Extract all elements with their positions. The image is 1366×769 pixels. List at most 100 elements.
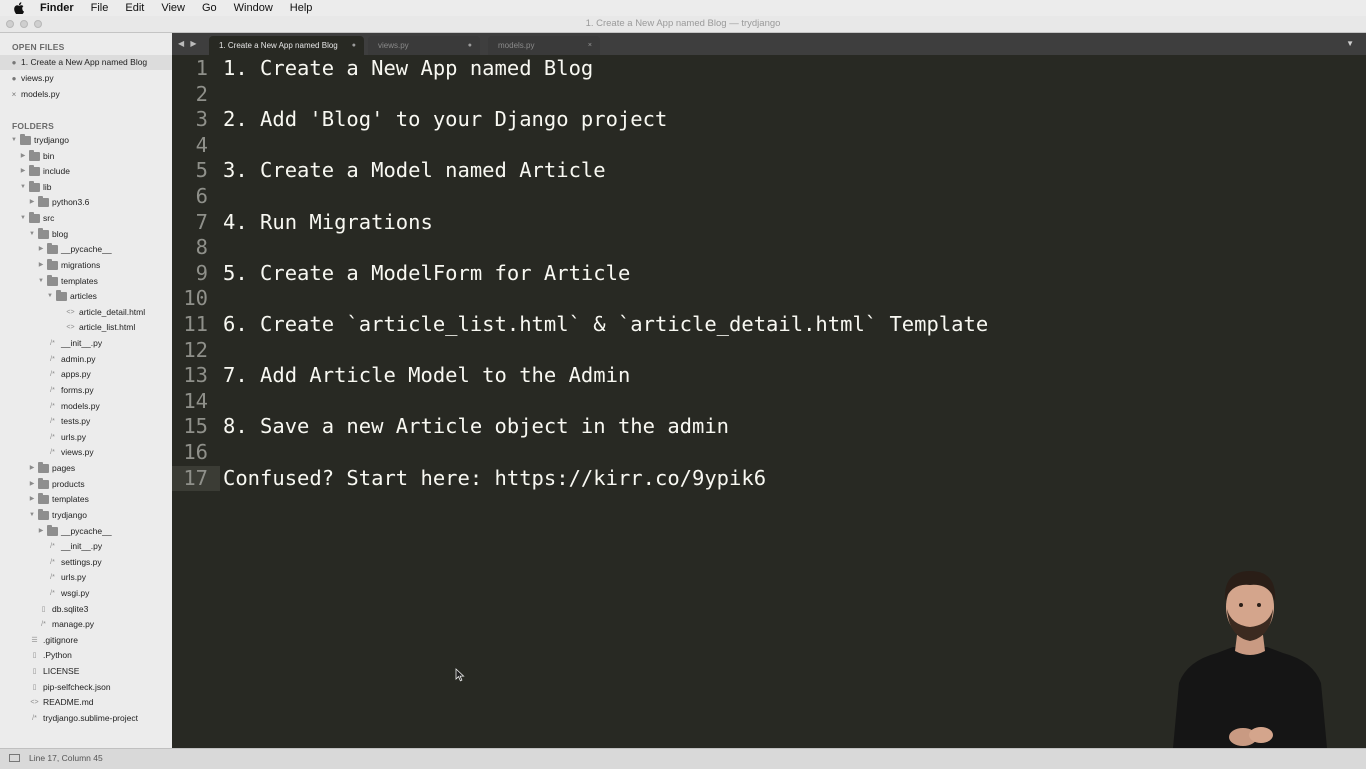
close-icon[interactable]: ×	[10, 87, 18, 102]
folder-icon	[38, 462, 49, 474]
line-number: 5	[195, 158, 208, 183]
chevron-down-icon[interactable]: ▼	[19, 180, 27, 196]
zoom-window-button[interactable]	[34, 20, 42, 28]
menu-file[interactable]: File	[83, 2, 118, 14]
file-icon: ☰	[31, 636, 38, 644]
tree-item-label: trydjango	[34, 135, 69, 145]
unsaved-dot-icon[interactable]: ●	[468, 36, 472, 55]
minimize-window-button[interactable]	[20, 20, 28, 28]
file-icon: /*	[32, 714, 37, 722]
file-icon: /*	[50, 589, 55, 597]
folder-icon	[47, 258, 58, 270]
folder-icon	[29, 165, 40, 177]
tab-dropdown-icon[interactable]: ▼	[1346, 33, 1354, 55]
tab-nav-arrows-icon[interactable]: ◀ ▶	[178, 33, 199, 55]
folder-open-icon	[47, 274, 58, 286]
chevron-right-icon[interactable]: ▶	[28, 195, 36, 211]
code-line[interactable]: Confused? Start here: https://kirr.co/9y…	[223, 466, 766, 492]
chevron-down-icon[interactable]: ▼	[37, 274, 45, 290]
menu-help[interactable]: Help	[282, 2, 322, 14]
tree-item-label: urls.py	[61, 572, 87, 583]
open-file-item[interactable]: ● 1. Create a New App named Blog	[0, 55, 172, 70]
tree-item-label: __pycache__	[61, 525, 112, 536]
menu-view[interactable]: View	[153, 2, 194, 14]
menu-edit[interactable]: Edit	[117, 2, 153, 14]
window-title: 1. Create a New App named Blog — trydjan…	[585, 18, 781, 29]
line-number: 10	[183, 286, 208, 311]
tree-item-label: src	[43, 213, 55, 224]
tree-item-label: README.md	[43, 697, 94, 708]
code-line[interactable]: 7. Add Article Model to the Admin	[223, 363, 630, 389]
unsaved-dot-icon[interactable]: ●	[10, 55, 18, 70]
code-line[interactable]: 8. Save a new Article object in the admi…	[223, 414, 729, 440]
file-icon: /*	[50, 418, 55, 426]
file-icon: ▯	[32, 668, 37, 676]
open-file-item[interactable]: ● views.py	[0, 71, 172, 86]
chevron-down-icon[interactable]: ▼	[28, 227, 36, 243]
panel-toggle-icon[interactable]	[9, 754, 20, 762]
tree-item-label: db.sqlite3	[52, 603, 89, 614]
code-line[interactable]: 3. Create a Model named Article	[223, 158, 606, 184]
file-icon: /*	[50, 371, 55, 379]
menu-go[interactable]: Go	[194, 2, 226, 14]
tab-1[interactable]: 1. Create a New App named Blog ●	[209, 36, 364, 55]
file-icon: /*	[50, 402, 55, 410]
file-icon: ▯	[32, 652, 37, 660]
close-window-button[interactable]	[6, 20, 14, 28]
code-line[interactable]: 5. Create a ModelForm for Article	[223, 261, 630, 287]
tree-item-label: trydjango.sublime-project	[43, 712, 138, 723]
line-number: 15	[183, 414, 208, 439]
code-line[interactable]: 1. Create a New App named Blog	[223, 56, 593, 82]
chevron-right-icon[interactable]: ▶	[19, 149, 27, 165]
chevron-down-icon[interactable]: ▼	[19, 211, 27, 227]
file-icon: /*	[50, 386, 55, 394]
chevron-right-icon[interactable]: ▶	[37, 524, 45, 540]
unsaved-dot-icon[interactable]: ●	[10, 71, 18, 86]
mouse-pointer-icon	[455, 668, 465, 682]
close-icon[interactable]: ×	[588, 36, 592, 55]
folder-icon	[38, 196, 49, 208]
tree-item-label: LICENSE	[43, 666, 80, 677]
folder-open-icon	[29, 180, 40, 192]
line-number: 13	[183, 363, 208, 388]
code-line[interactable]: 6. Create `article_list.html` & `article…	[223, 312, 988, 338]
tree-item-label: views.py	[61, 447, 94, 458]
tab-2[interactable]: views.py ●	[368, 36, 480, 55]
code-line[interactable]: 2. Add 'Blog' to your Django project	[223, 107, 667, 133]
chevron-right-icon[interactable]: ▶	[37, 242, 45, 258]
chevron-down-icon[interactable]: ▼	[10, 133, 18, 149]
chevron-right-icon[interactable]: ▶	[19, 164, 27, 180]
chevron-right-icon[interactable]: ▶	[28, 477, 36, 493]
cursor-position: Line 17, Column 45	[29, 753, 103, 763]
tree-item-label: article_list.html	[79, 322, 136, 333]
menu-window[interactable]: Window	[226, 2, 282, 14]
chevron-right-icon[interactable]: ▶	[28, 461, 36, 477]
code-line[interactable]: 4. Run Migrations	[223, 210, 433, 236]
file-icon: /*	[50, 355, 55, 363]
unsaved-dot-icon[interactable]: ●	[352, 36, 356, 55]
tree-item-label: blog	[52, 228, 69, 239]
open-files-header: OPEN FILES	[12, 42, 65, 52]
chevron-right-icon[interactable]: ▶	[37, 258, 45, 274]
chevron-down-icon[interactable]: ▼	[28, 508, 36, 524]
chevron-right-icon[interactable]: ▶	[28, 492, 36, 508]
open-file-item[interactable]: × models.py	[0, 87, 172, 102]
tree-item-label: admin.py	[61, 353, 96, 364]
file-icon: /*	[50, 340, 55, 348]
folder-icon	[47, 524, 58, 536]
tree-item-label: __init__.py	[61, 338, 103, 349]
tab-bar: ◀ ▶ 1. Create a New App named Blog ● views…	[172, 33, 1366, 55]
tree-item-label: __init__.py	[61, 541, 103, 552]
menu-app-finder[interactable]: Finder	[32, 2, 83, 14]
tab-label: models.py	[498, 41, 535, 50]
tree-item-label: urls.py	[61, 431, 87, 442]
apple-logo-icon[interactable]	[12, 2, 26, 14]
chevron-down-icon[interactable]: ▼	[46, 289, 54, 305]
sidebar: OPEN FILES ● 1. Create a New App named Bl…	[0, 33, 173, 748]
tree-item-label: templates	[61, 275, 98, 286]
line-number: 6	[195, 184, 208, 208]
tab-3[interactable]: models.py ×	[488, 36, 600, 55]
open-file-name: 1. Create a New App named Blog	[21, 57, 148, 67]
tree-item-label: lib	[43, 181, 52, 192]
file-icon: /*	[50, 449, 55, 457]
